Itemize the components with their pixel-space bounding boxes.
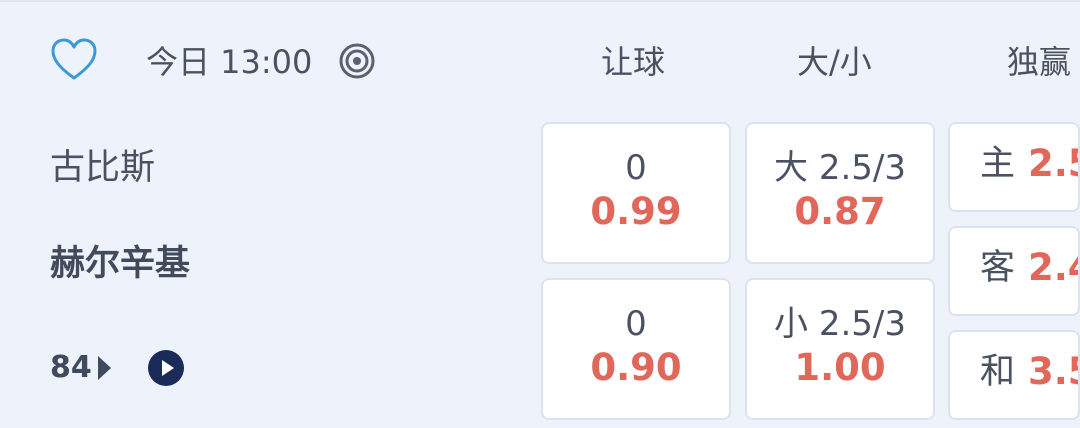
handicap-odds: 0.99 bbox=[590, 190, 682, 233]
win-draw-cell[interactable]: 和 3.5 bbox=[948, 330, 1080, 420]
match-time: 今日 13:00 bbox=[146, 43, 313, 81]
column-header-win: 独赢 bbox=[1007, 43, 1072, 81]
more-markets-count[interactable]: 84 bbox=[50, 346, 92, 390]
home-team-name: 古比斯 bbox=[50, 148, 156, 188]
win-draw-odds: 3.5 bbox=[1028, 350, 1078, 393]
column-header-over-under: 大/小 bbox=[797, 43, 872, 81]
handicap-home-cell[interactable]: 0 0.99 bbox=[541, 122, 731, 264]
handicap-away-cell[interactable]: 0 0.90 bbox=[541, 278, 731, 420]
win-away-odds: 2.4 bbox=[1028, 246, 1078, 289]
caret-right-icon[interactable] bbox=[98, 356, 111, 380]
win-draw-label: 和 bbox=[980, 352, 1016, 392]
handicap-line: 0 bbox=[625, 304, 647, 344]
over-cell[interactable]: 大 2.5/3 0.87 bbox=[745, 122, 935, 264]
win-away-cell[interactable]: 客 2.4 bbox=[948, 226, 1080, 316]
top-divider bbox=[0, 0, 1080, 2]
column-header-handicap: 让球 bbox=[601, 43, 666, 81]
win-away-label: 客 bbox=[980, 248, 1016, 288]
away-team-name: 赫尔辛基 bbox=[50, 244, 191, 284]
target-icon[interactable] bbox=[338, 42, 376, 80]
under-line: 小 2.5/3 bbox=[774, 304, 906, 344]
handicap-odds: 0.90 bbox=[590, 346, 682, 389]
over-odds: 0.87 bbox=[794, 190, 886, 233]
over-line: 大 2.5/3 bbox=[774, 148, 906, 188]
win-home-cell[interactable]: 主 2.5 bbox=[948, 122, 1080, 212]
win-home-label: 主 bbox=[980, 144, 1016, 184]
under-odds: 1.00 bbox=[794, 346, 886, 389]
under-cell[interactable]: 小 2.5/3 1.00 bbox=[745, 278, 935, 420]
handicap-line: 0 bbox=[625, 148, 647, 188]
heart-icon[interactable] bbox=[50, 38, 98, 82]
win-home-odds: 2.5 bbox=[1028, 142, 1078, 185]
play-icon[interactable] bbox=[148, 350, 184, 386]
